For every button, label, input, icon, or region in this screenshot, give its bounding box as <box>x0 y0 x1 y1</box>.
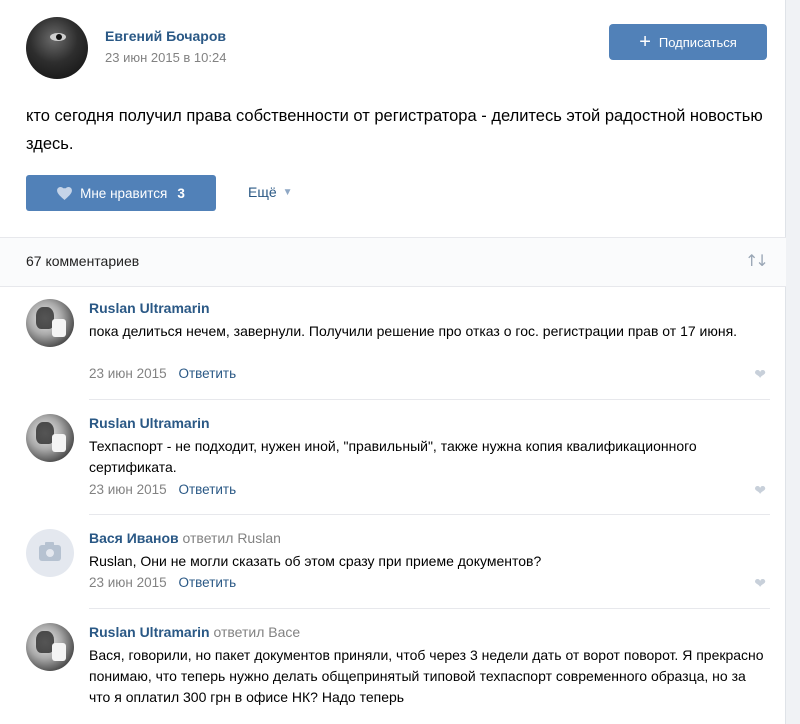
more-menu[interactable]: Ещё ▼ <box>248 184 293 200</box>
reply-link[interactable]: Ответить <box>178 482 236 497</box>
sort-icon[interactable]: ↑↓ <box>745 251 769 270</box>
comment-date[interactable]: 23 июн 2015 <box>89 366 167 381</box>
post-date[interactable]: 23 июн 2015 в 10:24 <box>105 50 226 65</box>
comments-header: 67 комментариев ↑↓ <box>0 237 786 287</box>
comments-count: 67 комментариев <box>26 253 140 269</box>
comment-text: Техпаспорт - не подходит, нужен иной, "п… <box>89 438 697 475</box>
comment: Вася Иванов ответил Ruslan Ruslan, Они н… <box>26 529 770 609</box>
comment-date[interactable]: 23 июн 2015 <box>89 482 167 497</box>
comment-meta: 23 июн 2015 Ответить <box>89 366 236 381</box>
comment-meta: 23 июн 2015 Ответить <box>89 575 236 590</box>
comment-divider <box>89 608 770 609</box>
comment-author[interactable]: Вася Иванов ответил Ruslan <box>89 530 281 546</box>
comment-author[interactable]: Ruslan Ultramarin <box>89 300 210 316</box>
comment-text: Ruslan, Они не могли сказать об этом сра… <box>89 553 542 569</box>
commenter-avatar[interactable] <box>26 299 74 347</box>
heart-icon[interactable]: ❤ <box>754 483 766 499</box>
comment-text: пока делиться нечем, завернули. Получили… <box>89 323 738 339</box>
comment-author[interactable]: Ruslan Ultramarin <box>89 415 210 431</box>
more-label: Ещё <box>248 184 277 200</box>
window-right-edge <box>785 0 800 724</box>
comment-meta: 23 июн 2015 Ответить <box>89 482 236 497</box>
like-count: 3 <box>177 185 185 201</box>
comment-author[interactable]: Ruslan Ultramarin ответил Васе <box>89 624 300 640</box>
reply-link[interactable]: Ответить <box>178 366 236 381</box>
post-text: кто сегодня получил права собственности … <box>26 107 763 153</box>
subscribe-button[interactable]: + Подписаться <box>609 24 767 60</box>
subscribe-label: Подписаться <box>658 34 737 50</box>
chevron-down-icon: ▼ <box>282 186 293 198</box>
comment: Ruslan Ultramarin ответил Васе Вася, гов… <box>26 623 770 724</box>
reply-to-label: ответил Ruslan <box>182 530 281 546</box>
plus-icon: + <box>639 31 651 53</box>
comment-divider <box>89 514 770 515</box>
reply-to-label: ответил Васе <box>213 624 301 640</box>
reply-link[interactable]: Ответить <box>178 575 236 590</box>
heart-icon <box>57 186 73 200</box>
author-avatar[interactable] <box>26 17 88 79</box>
comment-text: Вася, говорили, но пакет документов прин… <box>89 647 764 705</box>
commenter-avatar[interactable] <box>26 529 74 577</box>
commenter-avatar[interactable] <box>26 414 74 462</box>
comment: Ruslan Ultramarin пока делиться нечем, з… <box>26 299 770 394</box>
heart-icon[interactable]: ❤ <box>754 367 766 383</box>
like-button[interactable]: Мне нравится 3 <box>26 175 216 211</box>
comment-date[interactable]: 23 июн 2015 <box>89 575 167 590</box>
commenter-avatar[interactable] <box>26 623 74 671</box>
post-author-name[interactable]: Евгений Бочаров <box>105 28 226 44</box>
post-header: Евгений Бочаров 23 июн 2015 в 10:24 + По… <box>26 17 770 81</box>
like-label: Мне нравится <box>80 185 168 201</box>
heart-icon[interactable]: ❤ <box>754 576 766 592</box>
comment-divider <box>89 399 770 400</box>
comment: Ruslan Ultramarin Техпаспорт - не подход… <box>26 414 770 509</box>
